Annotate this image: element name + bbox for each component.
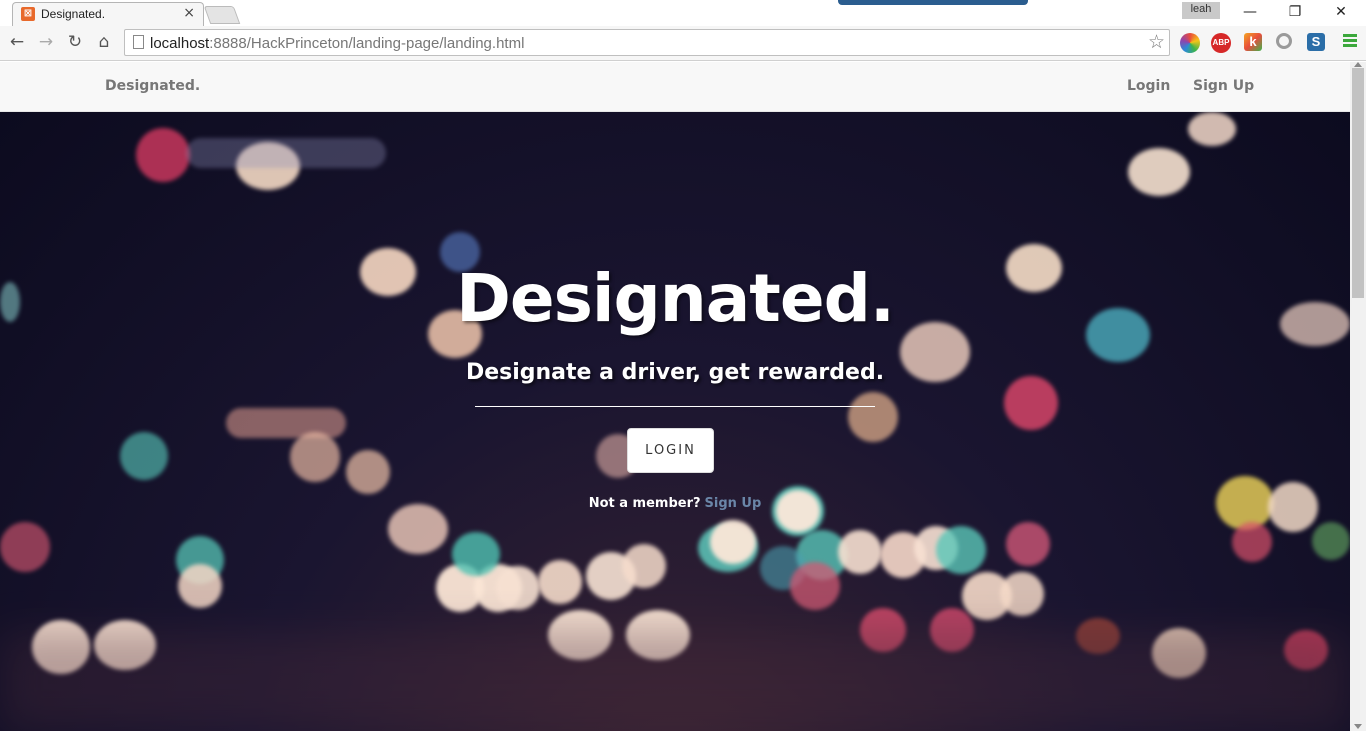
home-button[interactable]: ⌂ — [93, 31, 115, 53]
url-text[interactable]: localhost:8888/HackPrinceton/landing-pag… — [150, 35, 524, 52]
color-wheel-icon[interactable] — [1180, 33, 1200, 53]
bookmark-star-icon[interactable]: ☆ — [1148, 31, 1165, 53]
url-host: localhost — [150, 35, 210, 52]
back-button[interactable]: ← — [6, 31, 28, 53]
window-strip — [838, 0, 1028, 5]
chrome-menu-icon[interactable] — [1343, 34, 1357, 49]
hero-login-button[interactable]: LOGIN — [627, 428, 714, 473]
browser-toolbar: ← → ↻ ⌂ localhost:8888/HackPrinceton/lan… — [0, 26, 1366, 61]
site-navbar: Designated. Login Sign Up — [0, 62, 1350, 112]
address-bar[interactable]: localhost:8888/HackPrinceton/landing-pag… — [124, 29, 1170, 56]
member-prompt: Not a member? — [588, 496, 701, 511]
scroll-up-arrow-icon[interactable] — [1354, 62, 1362, 67]
nav-login-link[interactable]: Login — [1127, 78, 1170, 94]
tab-close-icon[interactable]: × — [183, 5, 195, 21]
page-viewport: Designated. Login Sign Up Designated. De… — [0, 62, 1350, 731]
hero-title: Designated. — [456, 260, 895, 337]
forward-button[interactable]: → — [35, 31, 57, 53]
navbar-brand[interactable]: Designated. — [105, 78, 200, 94]
url-path: :8888/HackPrinceton/landing-page/landing… — [209, 35, 525, 52]
minimize-button[interactable]: — — [1236, 3, 1264, 21]
page-scrollbar[interactable] — [1350, 62, 1366, 731]
close-window-button[interactable]: ✕ — [1327, 3, 1355, 21]
member-prompt-line: Not a member? Sign Up — [0, 496, 1350, 511]
browser-titlebar: ⊠ Designated. × leah — ❐ ✕ — [0, 0, 1366, 26]
browser-tab[interactable]: ⊠ Designated. × — [12, 2, 204, 26]
s-extension-icon[interactable]: S — [1307, 33, 1325, 51]
page-icon — [133, 35, 144, 49]
hero-signup-link[interactable]: Sign Up — [705, 496, 762, 511]
location-pin-icon[interactable] — [1276, 33, 1292, 49]
tab-title: Designated. — [41, 7, 106, 21]
hero-subtitle: Designate a driver, get rewarded. — [465, 360, 885, 385]
hero-divider — [475, 406, 875, 407]
adblock-plus-icon[interactable]: ABP — [1211, 33, 1231, 53]
scrollbar-thumb[interactable] — [1352, 68, 1364, 298]
profile-button[interactable]: leah — [1182, 2, 1220, 19]
hero-content: Designated. Designate a driver, get rewa… — [0, 112, 1350, 731]
new-tab-button[interactable] — [203, 6, 241, 24]
scroll-down-arrow-icon[interactable] — [1354, 724, 1362, 729]
klout-icon[interactable]: k — [1244, 33, 1262, 51]
nav-signup-link[interactable]: Sign Up — [1193, 78, 1254, 94]
reload-button[interactable]: ↻ — [64, 31, 86, 53]
tab-favicon-icon: ⊠ — [21, 7, 35, 21]
restore-button[interactable]: ❐ — [1281, 3, 1309, 21]
